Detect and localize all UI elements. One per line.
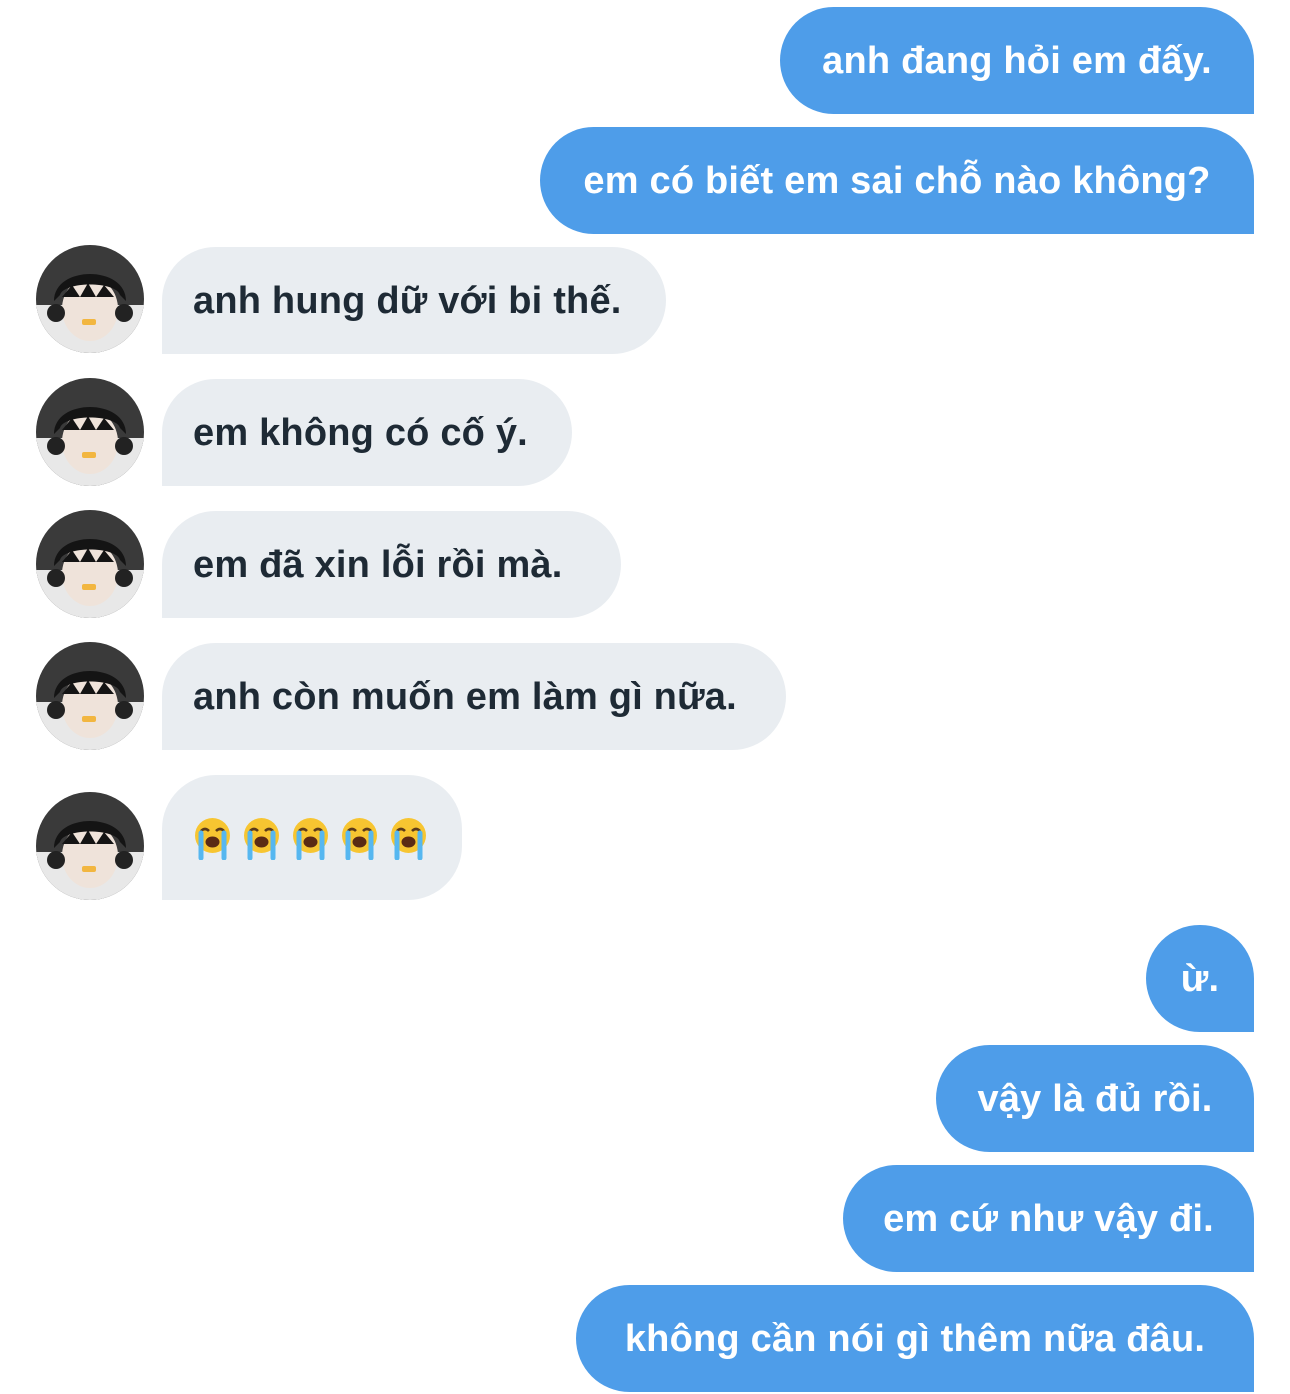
contact-avatar[interactable]: [36, 642, 144, 750]
avatar-photo-icon: [36, 510, 144, 618]
message-text: em có biết em sai chỗ nào không?: [583, 159, 1211, 202]
contact-avatar[interactable]: [36, 378, 144, 486]
sent-message-bubble[interactable]: ừ.: [1146, 925, 1254, 1032]
avatar-photo-icon: [36, 792, 144, 900]
message-text: anh hung dữ với bi thế.: [193, 279, 622, 322]
contact-avatar[interactable]: [36, 510, 144, 618]
emoji-row: [193, 816, 428, 860]
received-message-bubble[interactable]: anh còn muốn em làm gì nữa.: [162, 643, 786, 750]
message-text: không cần nói gì thêm nữa đâu.: [624, 1317, 1206, 1360]
message-text: vậy là đủ rồi.: [977, 1077, 1213, 1120]
loudly-crying-face-icon: [193, 816, 232, 860]
loudly-crying-face-icon: [291, 816, 330, 860]
avatar-photo-icon: [36, 245, 144, 353]
sent-message-bubble[interactable]: em cứ như vậy đi.: [843, 1165, 1254, 1272]
sent-message-bubble[interactable]: em có biết em sai chỗ nào không?: [540, 127, 1254, 234]
contact-avatar[interactable]: [36, 792, 144, 900]
avatar-photo-icon: [36, 642, 144, 750]
loudly-crying-face-icon: [340, 816, 379, 860]
message-text: em đã xin lỗi rồi mà.: [193, 543, 563, 586]
sent-message-bubble[interactable]: anh đang hỏi em đấy.: [780, 7, 1254, 114]
avatar-photo-icon: [36, 378, 144, 486]
contact-avatar[interactable]: [36, 245, 144, 353]
received-emoji-bubble[interactable]: [162, 775, 462, 900]
message-text: em cứ như vậy đi.: [883, 1197, 1214, 1240]
message-text: anh đang hỏi em đấy.: [822, 39, 1212, 82]
message-text: em không có cố ý.: [193, 411, 528, 454]
sent-message-bubble[interactable]: không cần nói gì thêm nữa đâu.: [576, 1285, 1254, 1392]
message-text: ừ.: [1180, 957, 1220, 1000]
loudly-crying-face-icon: [389, 816, 428, 860]
message-text: anh còn muốn em làm gì nữa.: [193, 675, 737, 718]
loudly-crying-face-icon: [242, 816, 281, 860]
received-message-bubble[interactable]: em không có cố ý.: [162, 379, 572, 486]
received-message-bubble[interactable]: em đã xin lỗi rồi mà.: [162, 511, 621, 618]
received-message-bubble[interactable]: anh hung dữ với bi thế.: [162, 247, 666, 354]
sent-message-bubble[interactable]: vậy là đủ rồi.: [936, 1045, 1254, 1152]
